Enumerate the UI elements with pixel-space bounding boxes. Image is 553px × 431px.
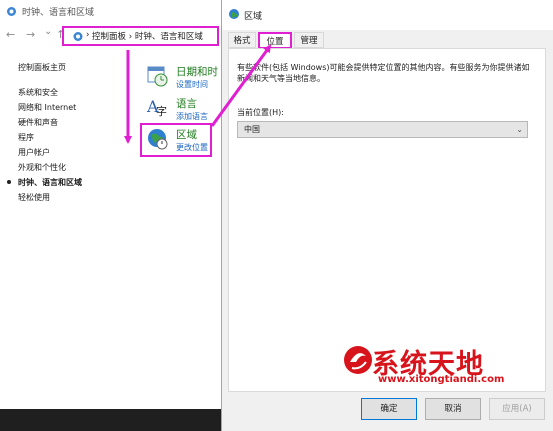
breadcrumb-separator: › (128, 32, 133, 42)
breadcrumb-clock-language-region[interactable]: 时钟、语言和区域 (135, 32, 203, 42)
current-location-label: 当前位置(H): (237, 108, 284, 117)
clock-calendar-icon (147, 66, 168, 87)
forward-icon[interactable]: → (26, 28, 35, 41)
sidebar-item-system-security[interactable]: 系统和安全 (18, 85, 128, 100)
back-icon[interactable]: ← (6, 28, 15, 41)
set-time-link[interactable]: 设置时间 (176, 79, 208, 90)
dialog-title: 区域 (244, 12, 263, 22)
globe-icon (229, 9, 239, 19)
control-panel-icon (73, 32, 83, 41)
location-description: 有些软件(包括 Windows)可能会提供特定位置的其他内容。有些服务为你提供诸… (237, 63, 530, 83)
chevron-down-icon: ⌄ (516, 125, 523, 134)
tab-administrative[interactable]: 管理 (294, 32, 324, 48)
category-region-title[interactable]: 区域 (176, 127, 197, 142)
tab-formats[interactable]: 格式 (228, 32, 256, 48)
breadcrumb-separator: › (86, 30, 90, 40)
control-panel-icon (7, 7, 16, 16)
apply-button[interactable]: 应用(A) (489, 398, 545, 420)
ok-button[interactable]: 确定 (361, 398, 417, 420)
dialog-titlebar: 区域 (222, 0, 553, 30)
category-language-title[interactable]: 语言 (176, 96, 197, 111)
sidebar-item-clock-language-region[interactable]: 时钟、语言和区域 (18, 175, 128, 190)
recent-pages-icon[interactable]: ⌄ (44, 26, 52, 37)
cp-window-title: 时钟、语言和区域 (22, 8, 95, 18)
watermark-logo-icon (344, 346, 372, 374)
sidebar: 控制面板主页 系统和安全 网络和 Internet 硬件和声音 程序 用户帐户 … (18, 60, 128, 205)
sidebar-item-user-accounts[interactable]: 用户帐户 (18, 145, 128, 160)
category-date-time-title[interactable]: 日期和时 (176, 64, 218, 79)
current-location-value: 中国 (244, 125, 260, 134)
globe-icon (148, 129, 168, 150)
language-icon: A 字 (146, 97, 167, 118)
sidebar-item-appearance[interactable]: 外观和个性化 (18, 160, 128, 175)
change-location-link[interactable]: 更改位置 (176, 142, 208, 153)
watermark-url: www.xitongtiandi.com (378, 374, 505, 385)
region-dialog: 区域 格式 位置 管理 有些软件(包括 Windows)可能会提供特定位置的其他… (221, 0, 553, 431)
sidebar-item-ease-of-access[interactable]: 轻松使用 (18, 190, 128, 205)
sidebar-item-programs[interactable]: 程序 (18, 130, 128, 145)
watermark: 系统天地 www.xitongtiandi.com (338, 344, 548, 388)
sidebar-item-hardware-sound[interactable]: 硬件和声音 (18, 115, 128, 130)
sidebar-item-network[interactable]: 网络和 Internet (18, 100, 128, 115)
current-location-dropdown[interactable]: 中国 ⌄ (237, 121, 528, 138)
tab-location[interactable]: 位置 (258, 32, 292, 49)
sidebar-item-home[interactable]: 控制面板主页 (18, 60, 128, 75)
breadcrumb: 控制面板 › 时钟、语言和区域 (92, 30, 203, 42)
svg-text:字: 字 (156, 104, 167, 118)
breadcrumb-control-panel[interactable]: 控制面板 (92, 32, 126, 42)
add-language-link[interactable]: 添加语言 (176, 111, 208, 122)
location-tab-panel: 有些软件(包括 Windows)可能会提供特定位置的其他内容。有些服务为你提供诸… (228, 48, 546, 392)
cancel-button[interactable]: 取消 (425, 398, 481, 420)
active-item-dot (7, 180, 11, 184)
